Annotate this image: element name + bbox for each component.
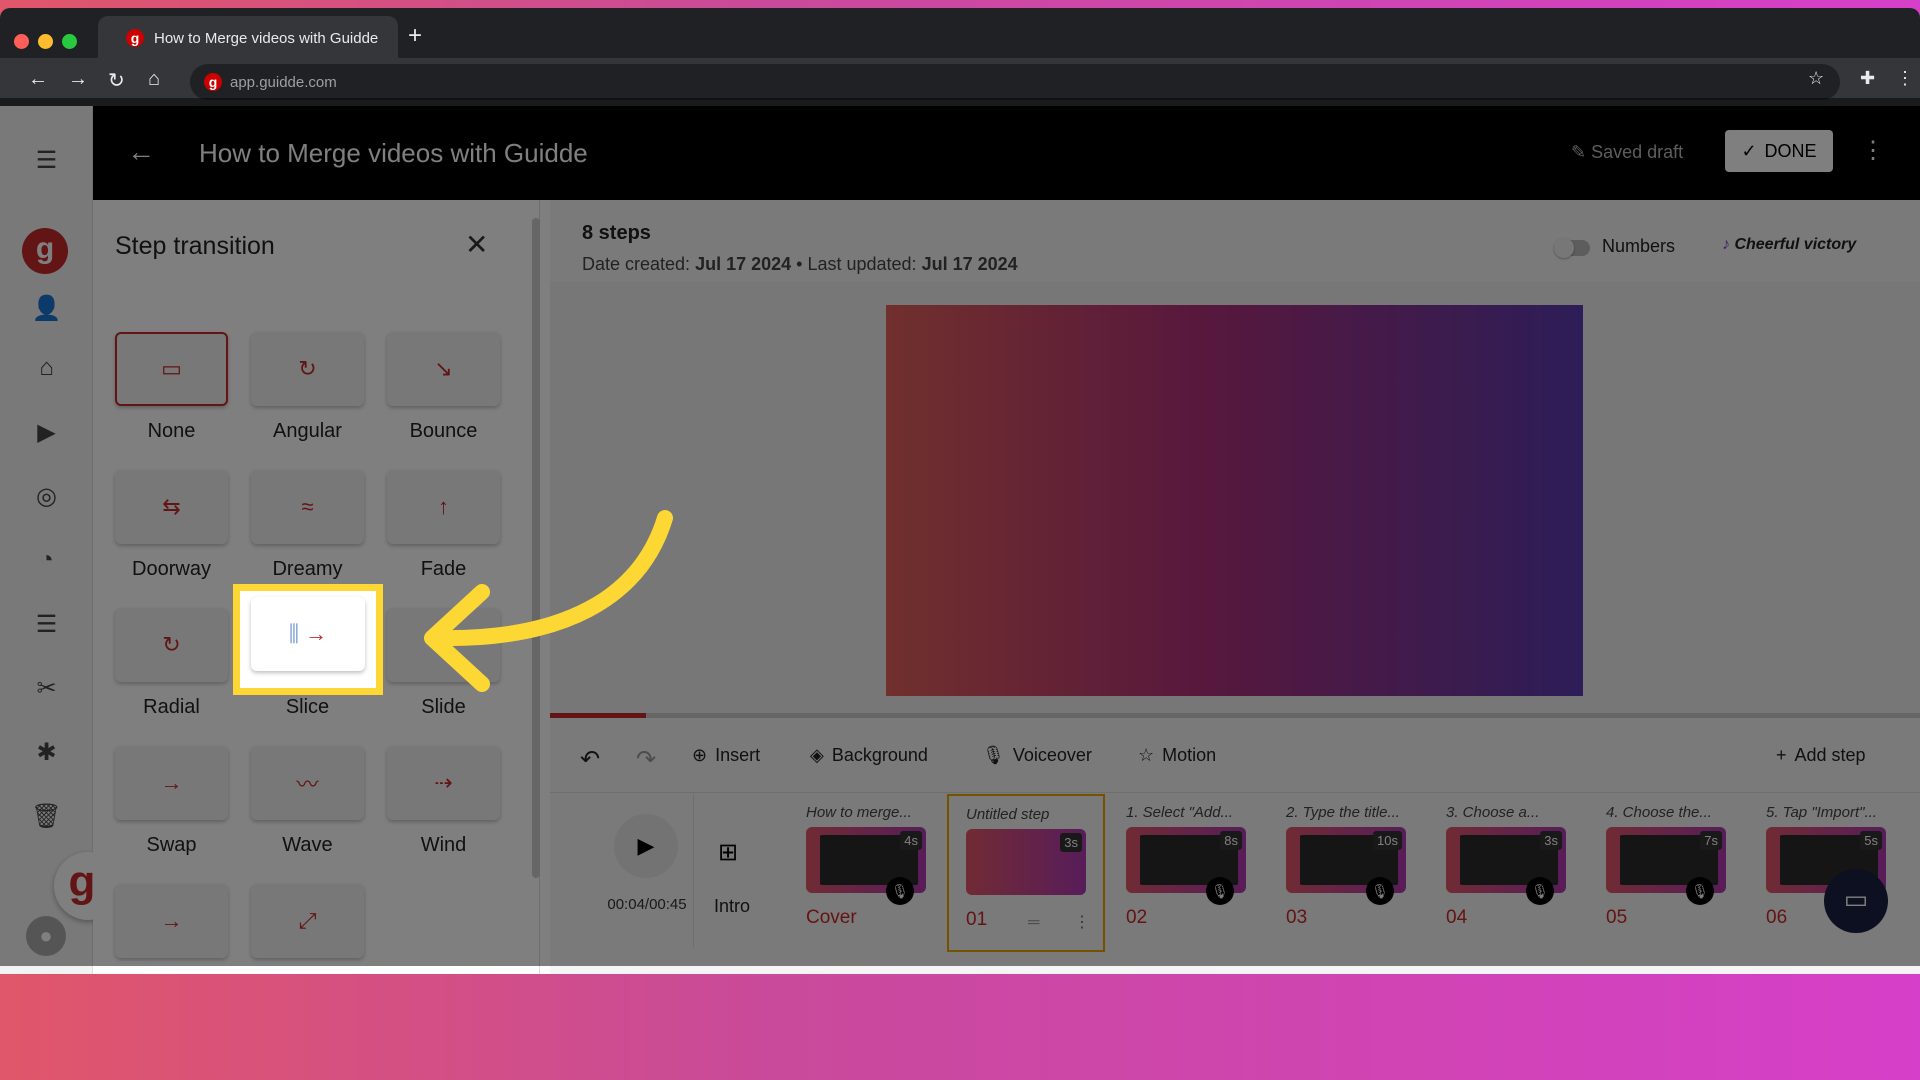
browser-menu-icon[interactable]: ⋮ — [1896, 68, 1914, 89]
slice-highlight[interactable]: ⫼ → — [233, 584, 383, 695]
dim-overlay — [0, 98, 1920, 966]
minimize-window-button[interactable] — [38, 34, 53, 49]
close-window-button[interactable] — [14, 34, 29, 49]
tab-title: How to Merge videos with Guidde — [154, 29, 379, 47]
slice-icon: ⫼ — [288, 621, 299, 646]
back-icon[interactable]: ← — [28, 68, 48, 91]
guidde-favicon-icon: g — [126, 29, 144, 47]
url-text: app.guidde.com — [230, 73, 337, 91]
extensions-icon[interactable]: ✚ — [1860, 68, 1875, 89]
reload-icon[interactable]: ↻ — [108, 68, 125, 93]
maximize-window-button[interactable] — [62, 34, 77, 49]
guidde-favicon-icon: g — [204, 73, 222, 91]
new-tab-button[interactable]: + — [408, 22, 422, 50]
bookmark-star-icon[interactable]: ☆ — [1808, 68, 1824, 89]
forward-icon[interactable]: → — [68, 68, 88, 91]
slice-transition-card[interactable]: ⫼ → — [251, 597, 365, 671]
browser-tab[interactable]: g How to Merge videos with Guidde — [98, 16, 398, 60]
home-icon[interactable]: ⌂ — [148, 68, 160, 91]
address-bar[interactable]: g app.guidde.com — [190, 64, 1840, 100]
